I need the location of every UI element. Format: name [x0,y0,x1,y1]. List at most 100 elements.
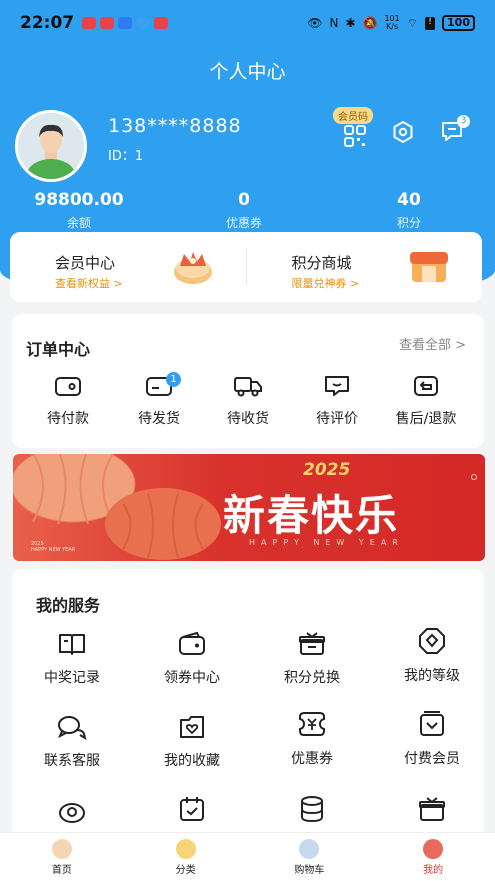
comment-icon [325,376,349,396]
stat-value: 98800.00 [34,190,124,210]
book-icon [59,634,85,655]
service-points-exchange[interactable]: 积分兑换 [262,631,362,687]
member-center-entry[interactable]: 会员中心 查看新权益 > [10,232,246,302]
tab-home[interactable]: 首页 [0,833,124,881]
tab-mine[interactable]: 我的 [371,833,495,881]
status-right: 👁 N ✱ 🔕 101 K/s ⌔ ! 100 [307,15,475,31]
service-label: 我的等级 [404,668,460,684]
service-label: 中奖记录 [44,670,100,686]
stat-label: 余额 [66,216,91,230]
tab-cart[interactable]: 购物车 [248,833,372,881]
bluetooth-icon: ✱ [345,16,356,30]
tab-label: 购物车 [294,865,325,876]
status-bar: 22:07 👁 N ✱ 🔕 101 K/s ⌔ ! 100 [0,0,495,46]
service-coupons[interactable]: 优惠券 [262,710,362,768]
service-label: 我的收藏 [164,753,220,769]
service-contact-support[interactable]: 联系客服 [22,714,122,770]
order-pending-receipt[interactable]: 待收货 [198,374,298,428]
avatar[interactable] [15,110,87,182]
home-icon [51,839,72,859]
banner-corner-mark [471,474,477,480]
service-calendar[interactable] [142,795,242,827]
user-id: ID：1 [108,149,144,164]
chat-icon [58,716,87,741]
stat-points[interactable]: 40 积分 [344,190,474,231]
order-badge: 1 [166,372,181,387]
service-database[interactable] [262,795,362,827]
stat-coupons[interactable]: 0 优惠券 [179,190,309,231]
service-gift[interactable] [382,795,482,827]
new-year-banner[interactable]: 2025 HAPPY NEW YEAR 2025 新春快乐 HAPPY NEW … [13,454,485,561]
banner-year: 2025 [303,460,351,480]
nfc-icon: N [329,16,339,30]
calendar-icon [180,797,204,821]
promo-card: 会员中心 查看新权益 > 积分商城 限量兑神券 > [10,232,482,302]
member-code-label: 会员码 [333,107,373,124]
stat-label: 积分 [396,216,421,230]
order-pending-payment[interactable]: 待付款 [18,374,118,428]
app-notification-icon [100,17,115,29]
order-label: 待发货 [138,411,180,427]
status-app-icons [82,17,169,29]
my-services-card: 我的服务 中奖记录 领券中心 积分兑换 我的等级 联系客服 我的收藏 优惠券 付… [12,569,484,832]
app-notification-icon [82,17,97,29]
view-all-orders-link[interactable]: 查看全部 > [399,334,466,353]
mine-icon [423,839,444,859]
my-services-title: 我的服务 [36,596,101,615]
banner-small-text: 2025 HAPPY NEW YEAR [31,541,76,553]
promo-title: 会员中心 [55,254,116,272]
category-icon [175,839,196,859]
member-code-button[interactable]: 会员码 [333,107,381,147]
page-title: 个人中心 [209,61,286,83]
service-prize-records[interactable]: 中奖记录 [22,631,122,687]
tab-label: 首页 [51,865,72,876]
message-badge: 3 [457,115,470,128]
gift-icon [419,797,445,821]
wallet-icon [55,377,81,396]
service-paid-membership[interactable]: 付费会员 [382,710,482,768]
banner-headline: 新春快乐 [223,491,400,540]
shop-box-icon [410,252,448,282]
stat-label: 优惠券 [225,216,262,230]
points-mall-entry[interactable]: 积分商城 限量兑神券 > [247,232,483,302]
wallet-icon [179,631,205,655]
order-center-title: 订单中心 [26,340,91,359]
status-time: 22:07 [20,13,75,33]
service-my-level[interactable]: 我的等级 [382,627,482,685]
return-icon [414,376,438,396]
cart-icon [299,839,320,859]
order-label: 待付款 [47,411,89,427]
app-notification-icon [154,17,169,29]
cloud-icon [136,17,151,29]
location-icon [59,803,85,823]
settings-icon[interactable] [391,120,415,144]
user-phone: 138****8888 [108,115,242,137]
battery-icon: 100 [442,15,475,31]
gift-icon [299,632,325,655]
bottom-tab-bar: 首页 分类 购物车 我的 [0,832,495,881]
order-pending-review[interactable]: 待评价 [287,374,387,428]
crown-gift-icon [173,252,212,284]
service-my-favorites[interactable]: 我的收藏 [142,714,242,770]
order-pending-shipment[interactable]: 待发货 1 [109,372,209,428]
service-location[interactable] [22,797,122,829]
service-coupon-center[interactable]: 领券中心 [142,631,242,687]
service-label: 联系客服 [44,753,100,769]
promo-title: 积分商城 [291,254,352,272]
stat-value: 0 [238,190,250,210]
database-icon [301,796,323,823]
order-center-card: 订单中心 查看全部 > 待付款 待发货 1 待收货 待评价 售后/退款 [12,314,484,448]
eye-icon: 👁 [307,16,323,30]
tab-category[interactable]: 分类 [124,833,248,881]
service-label: 优惠券 [291,751,333,767]
service-label: 领券中心 [164,670,220,686]
order-after-sales[interactable]: 售后/退款 [376,374,476,428]
promo-subtitle: 查看新权益 > [55,277,123,290]
promo-subtitle: 限量兑神券 > [291,277,360,290]
mute-icon: 🔕 [362,16,378,30]
service-label: 付费会员 [404,751,460,767]
tab-label: 我的 [423,865,444,876]
tab-label: 分类 [175,865,196,876]
order-label: 待收货 [227,411,269,427]
stat-balance[interactable]: 98800.00 余额 [14,190,144,231]
